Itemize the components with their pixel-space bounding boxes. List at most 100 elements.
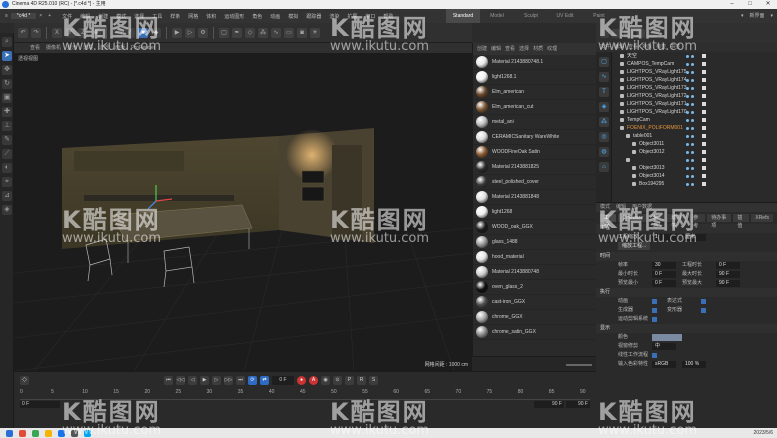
prev-frame-icon[interactable]: ◁ xyxy=(188,376,197,385)
object-tree-row[interactable]: LIGHTPOS_VRayLight173 xyxy=(612,84,777,92)
brush-tool-icon[interactable]: ⟋ xyxy=(2,149,12,159)
min-time-field[interactable]: 0 F xyxy=(652,271,676,278)
render-visibility-dot[interactable] xyxy=(691,102,694,106)
visibility-flags[interactable] xyxy=(686,94,694,98)
taskbar-app-icon[interactable] xyxy=(32,429,39,437)
section-project[interactable]: 工程 xyxy=(596,224,777,233)
go-to-start-icon[interactable]: ⏮ xyxy=(164,376,173,385)
material-menu-item[interactable]: 纹理 xyxy=(547,43,557,55)
menu-item[interactable]: 选择 xyxy=(130,13,148,20)
object-menu-item[interactable]: 编辑 xyxy=(614,43,624,52)
subdivision-icon[interactable]: ◇ xyxy=(245,27,255,38)
color-swatch[interactable] xyxy=(652,334,682,341)
object-tree-row[interactable]: CAMPOS_TempCam xyxy=(612,60,777,68)
motion-icon[interactable]: ⊙ xyxy=(333,376,342,385)
enable-checkmark[interactable] xyxy=(702,54,706,58)
redo-icon[interactable]: ↷ xyxy=(31,27,41,38)
material-item[interactable]: Material 2143880748.1 xyxy=(473,55,596,70)
fps-field[interactable]: 30 xyxy=(652,262,676,269)
material-item[interactable]: CERAMICSanitary WareWhite xyxy=(473,130,596,145)
editor-visibility-dot[interactable] xyxy=(686,62,689,66)
deformer-checkbox[interactable] xyxy=(701,308,706,313)
object-menu-item[interactable]: 查看 xyxy=(628,43,638,52)
dropdown-icon[interactable]: ▾ xyxy=(741,9,744,23)
attribute-tab[interactable]: XRefs xyxy=(751,214,773,222)
end-frame-field[interactable]: 90 F xyxy=(534,401,564,408)
object-tree-row[interactable]: Object3014 xyxy=(612,172,777,180)
undo-icon[interactable]: ↶ xyxy=(18,27,28,38)
enable-checkmark[interactable] xyxy=(702,62,706,66)
transform-tool-icon[interactable]: ✚ xyxy=(2,107,12,117)
enable-checkmark[interactable] xyxy=(702,110,706,114)
coordinate-icon[interactable]: ⊕ xyxy=(91,27,101,38)
expression-checkbox[interactable] xyxy=(701,299,706,304)
hamburger-icon[interactable]: ≡ xyxy=(2,13,11,19)
editor-visibility-dot[interactable] xyxy=(686,158,689,162)
keyframe-selection-icon[interactable]: ◉ xyxy=(321,376,330,385)
enable-checkmark[interactable] xyxy=(702,150,706,154)
editor-visibility-dot[interactable] xyxy=(686,86,689,90)
project-time-field[interactable]: 0 F xyxy=(716,262,740,269)
menu-item[interactable]: 编辑 xyxy=(76,13,94,20)
visibility-flags[interactable] xyxy=(686,158,694,162)
y-axis-icon[interactable]: Y xyxy=(65,27,75,38)
material-item[interactable]: glass_1488 xyxy=(473,235,596,250)
render-settings-icon[interactable]: ⚙ xyxy=(198,27,208,38)
attribute-tab[interactable]: 信息 xyxy=(649,214,666,229)
object-tree-row[interactable]: LIGHTPOS_VRayLight170 xyxy=(612,108,777,116)
enable-checkmark[interactable] xyxy=(702,134,706,138)
object-tree-row[interactable] xyxy=(612,156,777,164)
enable-checkmark[interactable] xyxy=(702,142,706,146)
visibility-flags[interactable] xyxy=(686,150,694,154)
object-tree-row[interactable]: Object3011 xyxy=(612,140,777,148)
visibility-flags[interactable] xyxy=(686,126,694,130)
material-menu-item[interactable]: 创建 xyxy=(477,43,487,55)
material-item[interactable]: chrome_satin_GGX xyxy=(473,325,596,340)
menu-item[interactable]: 帮助 xyxy=(379,13,397,20)
material-item[interactable]: Material 2143881825 xyxy=(473,160,596,175)
auto-key-icon[interactable]: A xyxy=(309,376,318,385)
render-visibility-dot[interactable] xyxy=(691,94,694,98)
linear-workflow-checkbox[interactable] xyxy=(652,353,657,358)
enable-checkmark[interactable] xyxy=(702,94,706,98)
render-visibility-dot[interactable] xyxy=(691,134,694,138)
visibility-flags[interactable] xyxy=(686,182,694,186)
z-axis-icon[interactable]: Z xyxy=(78,27,88,38)
enable-checkmark[interactable] xyxy=(702,118,706,122)
object-menu-item[interactable]: 标签 xyxy=(656,43,666,52)
editor-visibility-dot[interactable] xyxy=(686,118,689,122)
menu-item[interactable]: 渲染 xyxy=(325,13,343,20)
visibility-flags[interactable] xyxy=(686,78,694,82)
edges-mode-icon[interactable]: / xyxy=(125,27,135,38)
visibility-flags[interactable] xyxy=(686,70,694,74)
render-view-icon[interactable]: ▶ xyxy=(172,27,182,38)
prev-key-icon[interactable]: ◁◁ xyxy=(176,376,185,385)
render-visibility-dot[interactable] xyxy=(691,182,694,186)
editor-visibility-dot[interactable] xyxy=(686,182,689,186)
menu-item[interactable]: 体积 xyxy=(202,13,220,20)
cube-icon[interactable]: ▢ xyxy=(599,57,609,67)
enable-checkmark[interactable] xyxy=(702,126,706,130)
enable-checkmark[interactable] xyxy=(702,86,706,90)
material-menu-item[interactable]: 查看 xyxy=(505,43,515,55)
polygons-mode-icon[interactable]: ■ xyxy=(138,27,148,38)
render-visibility-dot[interactable] xyxy=(691,118,694,122)
attribute-tab[interactable]: Cineware xyxy=(618,214,648,222)
scale-icon[interactable]: S xyxy=(369,376,378,385)
range-icon[interactable]: ⇄ xyxy=(260,376,269,385)
maximize-button[interactable]: □ xyxy=(741,0,759,9)
attribute-mode-item[interactable]: 模式 xyxy=(600,203,610,212)
x-axis-icon[interactable]: X xyxy=(52,27,62,38)
visibility-flags[interactable] xyxy=(686,142,694,146)
menu-item[interactable]: 动画 xyxy=(266,13,284,20)
menu-item[interactable]: 工具 xyxy=(148,13,166,20)
visibility-flags[interactable] xyxy=(686,134,694,138)
editor-visibility-dot[interactable] xyxy=(686,150,689,154)
attribute-tab[interactable]: 参考 xyxy=(689,214,706,229)
render-visibility-dot[interactable] xyxy=(691,86,694,90)
visibility-flags[interactable] xyxy=(686,54,694,58)
chevron-down-icon[interactable]: ▾ xyxy=(770,9,773,23)
close-tab-icon[interactable]: × xyxy=(36,13,45,19)
editor-visibility-dot[interactable] xyxy=(686,110,689,114)
minimize-button[interactable]: – xyxy=(723,0,741,9)
